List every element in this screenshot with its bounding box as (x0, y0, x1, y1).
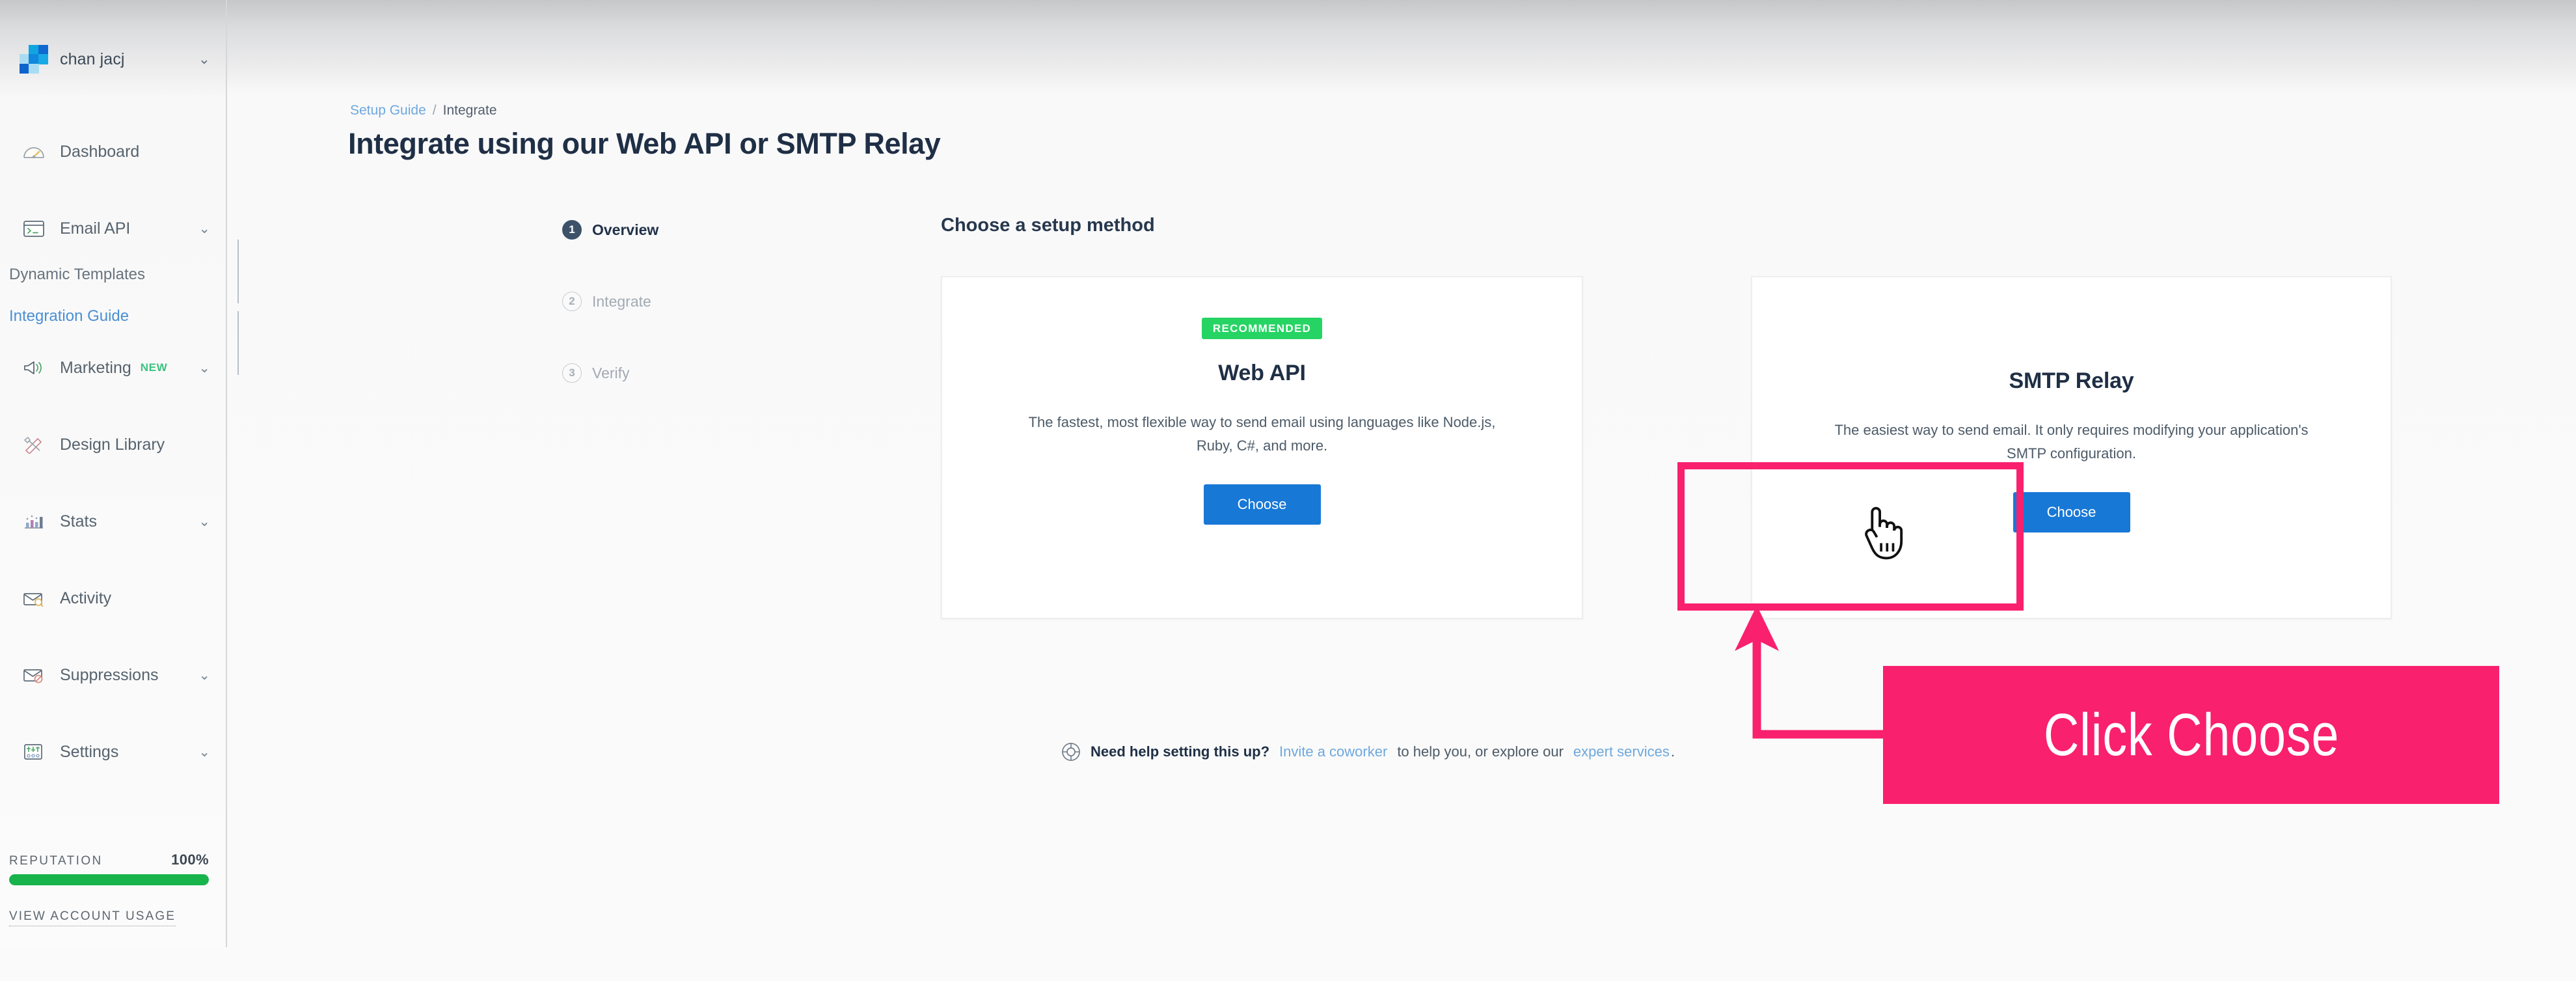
recommended-badge: RECOMMENDED (1201, 318, 1323, 339)
account-switcher[interactable]: chan jacj ⌄ (0, 39, 227, 79)
reputation-progress-bar (9, 874, 209, 885)
sidebar-subnav: Dynamic Templates Integration Guide (0, 266, 227, 325)
step-verify[interactable]: 3 Verify (562, 361, 770, 385)
sidebar-nav: Dashboard Email API ⌄ Dynamic Templates (0, 137, 227, 814)
sidebar-item-marketing[interactable]: Marketing NEW ⌄ (0, 353, 227, 383)
envelope-search-icon (20, 587, 48, 610)
lifesaver-icon (1061, 742, 1081, 762)
sidebar-item-settings[interactable]: Settings ⌄ (0, 737, 227, 767)
step-number: 3 (562, 363, 582, 383)
sidebar-subitem-dynamic-templates[interactable]: Dynamic Templates (0, 266, 227, 284)
step-number: 1 (562, 220, 582, 240)
account-name: chan jacj (60, 49, 125, 68)
sidebar-item-suppressions[interactable]: Suppressions ⌄ (0, 660, 227, 690)
chevron-down-icon: ⌄ (198, 744, 210, 760)
sidebar-item-label: Suppressions (60, 665, 159, 684)
megaphone-icon (20, 356, 48, 380)
help-suffix: . (1670, 743, 1675, 760)
sidebar-item-label: Email API (60, 219, 131, 238)
breadcrumb-separator: / (432, 103, 437, 118)
reputation-label: REPUTATION (9, 854, 103, 868)
envelope-blocked-icon (20, 663, 48, 687)
view-account-usage-link[interactable]: VIEW ACCOUNT USAGE (9, 909, 176, 926)
section-heading: Choose a setup method (941, 215, 1155, 236)
card-title: SMTP Relay (2009, 368, 2134, 393)
reputation-progress-fill (9, 874, 209, 885)
reputation-widget: REPUTATION 100% (0, 851, 227, 885)
sidebar-item-activity[interactable]: Activity (0, 583, 227, 613)
step-label: Integrate (592, 292, 651, 310)
sidebar-item-dashboard[interactable]: Dashboard (0, 137, 227, 167)
sliders-icon (20, 740, 48, 764)
app-window: chan jacj ⌄ Dashboard Email API ⌄ Dynami… (0, 0, 2576, 981)
step-integrate[interactable]: 2 Integrate (562, 289, 770, 314)
stepper-connector (237, 240, 239, 303)
choose-web-api-button[interactable]: Choose (1203, 484, 1321, 525)
stepper-connector (237, 311, 239, 375)
card-title: Web API (1218, 361, 1306, 385)
chevron-down-icon: ⌄ (198, 667, 210, 683)
design-tools-icon (20, 433, 48, 456)
expert-services-link[interactable]: expert services (1573, 743, 1670, 760)
page-title: Integrate using our Web API or SMTP Rela… (348, 127, 941, 160)
setup-stepper: 1 Overview 2 Integrate 3 Verify (562, 217, 770, 385)
main-content: Setup Guide / Integrate Integrate using … (228, 0, 2576, 947)
invite-coworker-link[interactable]: Invite a coworker (1279, 743, 1387, 760)
sidebar-item-label: Settings (60, 742, 119, 761)
sidebar-item-label: Dashboard (60, 142, 140, 161)
card-description: The fastest, most flexible way to send e… (1028, 414, 1496, 454)
choose-smtp-relay-button[interactable]: Choose (2013, 492, 2130, 533)
sidebar-item-label: Stats (60, 512, 97, 531)
breadcrumb-current: Integrate (442, 103, 497, 118)
dashboard-gauge-icon (20, 140, 48, 163)
chevron-down-icon: ⌄ (198, 514, 210, 529)
setup-method-card-web-api[interactable]: RECOMMENDED Web API The fastest, most fl… (941, 276, 1583, 619)
help-middle: to help you, or explore our (1397, 743, 1564, 760)
sidebar-item-design-library[interactable]: Design Library (0, 430, 227, 460)
terminal-icon (20, 217, 48, 240)
sidebar-item-stats[interactable]: Stats ⌄ (0, 506, 227, 536)
step-label: Overview (592, 221, 659, 238)
chevron-down-icon: ⌄ (198, 51, 210, 67)
sidebar-item-label: Marketing (60, 358, 131, 377)
breadcrumb: Setup Guide / Integrate (350, 103, 497, 118)
chevron-down-icon: ⌄ (198, 221, 210, 236)
sidebar-subitem-integration-guide[interactable]: Integration Guide (0, 307, 227, 325)
bar-chart-icon (20, 510, 48, 533)
sidebar-item-email-api[interactable]: Email API ⌄ (0, 214, 227, 243)
card-description: The easiest way to send email. It only r… (1834, 422, 2309, 462)
help-prefix: Need help setting this up? (1091, 743, 1270, 760)
help-footer: Need help setting this up? Invite a cowo… (1061, 742, 1675, 762)
step-number: 2 (562, 292, 582, 311)
breadcrumb-setup-guide[interactable]: Setup Guide (350, 103, 426, 118)
sidebar-item-label: Design Library (60, 435, 165, 454)
sidebar-item-label: Activity (60, 588, 112, 607)
reputation-percent: 100% (171, 851, 209, 868)
step-overview[interactable]: 1 Overview (562, 217, 770, 242)
setup-method-card-smtp-relay[interactable]: SMTP Relay The easiest way to send email… (1751, 276, 2392, 619)
sidebar: chan jacj ⌄ Dashboard Email API ⌄ Dynami… (0, 0, 227, 947)
step-label: Verify (592, 364, 630, 381)
sendgrid-logo-icon (20, 45, 48, 74)
chevron-down-icon: ⌄ (198, 360, 210, 376)
new-badge: NEW (140, 361, 168, 374)
